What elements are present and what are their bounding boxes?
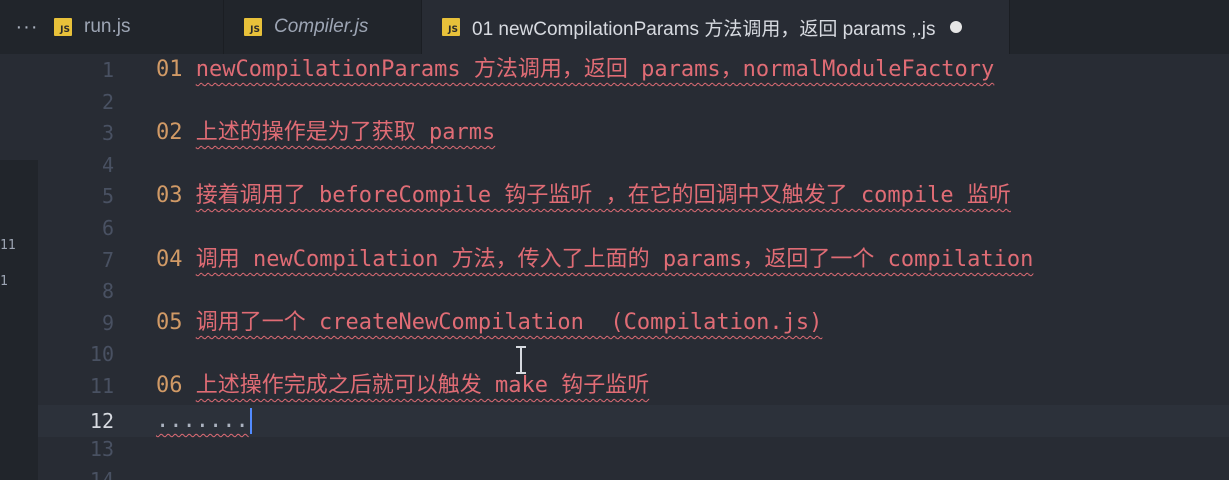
step-number: 03 — [156, 183, 183, 208]
tab-overflow-icon[interactable]: ··· — [0, 0, 54, 54]
code-line-5[interactable]: 03 接着调用了 beforeCompile 钩子监听 ，在它的回调中又触发了 … — [156, 180, 1011, 212]
step-number: 05 — [156, 310, 183, 335]
editor[interactable]: 1 2 3 4 5 6 7 8 9 10 11 12 13 14 01 newC… — [38, 54, 1229, 480]
side-panel: 11 1 — [0, 160, 38, 480]
step-text: 接着调用了 beforeCompile 钩子监听 ，在它的回调中又触发了 com… — [195, 183, 1011, 208]
tab-label: run.js — [84, 16, 131, 37]
line-number: 11 — [89, 374, 114, 398]
js-file-icon: JS — [442, 18, 460, 36]
tab-label: Compiler.js — [274, 16, 369, 37]
line-number: 4 — [101, 153, 114, 177]
step-text: 调用 newCompilation 方法，传入了上面的 params，返回了一个… — [195, 247, 1034, 272]
ibeam-cursor-icon — [516, 346, 526, 374]
tab-active-file[interactable]: JS 01 newCompilationParams 方法调用，返回 param… — [422, 0, 1010, 54]
side-panel-count: 11 — [0, 238, 16, 253]
step-number: 02 — [156, 120, 183, 145]
tab-run-js[interactable]: JS run.js — [54, 0, 224, 54]
step-text: 上述的操作是为了获取 parms — [195, 120, 496, 145]
code-line-7[interactable]: 04 调用 newCompilation 方法，传入了上面的 params，返回… — [156, 244, 1033, 276]
line-number: 14 — [89, 468, 114, 480]
step-number: 06 — [156, 373, 183, 398]
line-number: 3 — [101, 121, 114, 145]
js-file-icon: JS — [244, 18, 262, 36]
js-file-icon: JS — [54, 18, 72, 36]
code-line-11[interactable]: 06 上述操作完成之后就可以触发 make 钩子监听 — [156, 370, 649, 402]
line-number: 1 — [101, 58, 114, 82]
line-number: 8 — [101, 279, 114, 303]
tab-bar: ··· JS run.js JS Compiler.js JS 01 newCo… — [0, 0, 1229, 54]
code-line-9[interactable]: 05 调用了一个 createNewCompilation (Compilati… — [156, 307, 822, 339]
step-number: 01 — [156, 57, 183, 82]
line-number: 13 — [89, 437, 114, 461]
code-line-12[interactable]: ....... — [156, 405, 252, 437]
line-number: 2 — [101, 90, 114, 114]
code-line-3[interactable]: 02 上述的操作是为了获取 parms — [156, 117, 495, 149]
dots-text: ....... — [156, 408, 249, 433]
tab-compiler-js[interactable]: JS Compiler.js — [224, 0, 422, 54]
side-panel-count: 1 — [0, 274, 8, 289]
step-text: 上述操作完成之后就可以触发 make 钩子监听 — [195, 373, 650, 398]
step-number: 04 — [156, 247, 183, 272]
step-text: 调用了一个 createNewCompilation (Compilation.… — [195, 310, 823, 335]
line-number: 10 — [89, 342, 114, 366]
line-number: 7 — [101, 248, 114, 272]
line-number: 5 — [101, 184, 114, 208]
tab-label: 01 newCompilationParams 方法调用，返回 params ,… — [472, 18, 936, 40]
step-text: newCompilationParams 方法调用，返回 params，norm… — [195, 57, 995, 82]
line-number: 6 — [101, 216, 114, 240]
line-number: 9 — [101, 311, 114, 335]
unsaved-dot-icon[interactable] — [949, 21, 962, 33]
text-caret — [249, 408, 252, 434]
code-line-1[interactable]: 01 newCompilationParams 方法调用，返回 params，n… — [156, 54, 994, 86]
